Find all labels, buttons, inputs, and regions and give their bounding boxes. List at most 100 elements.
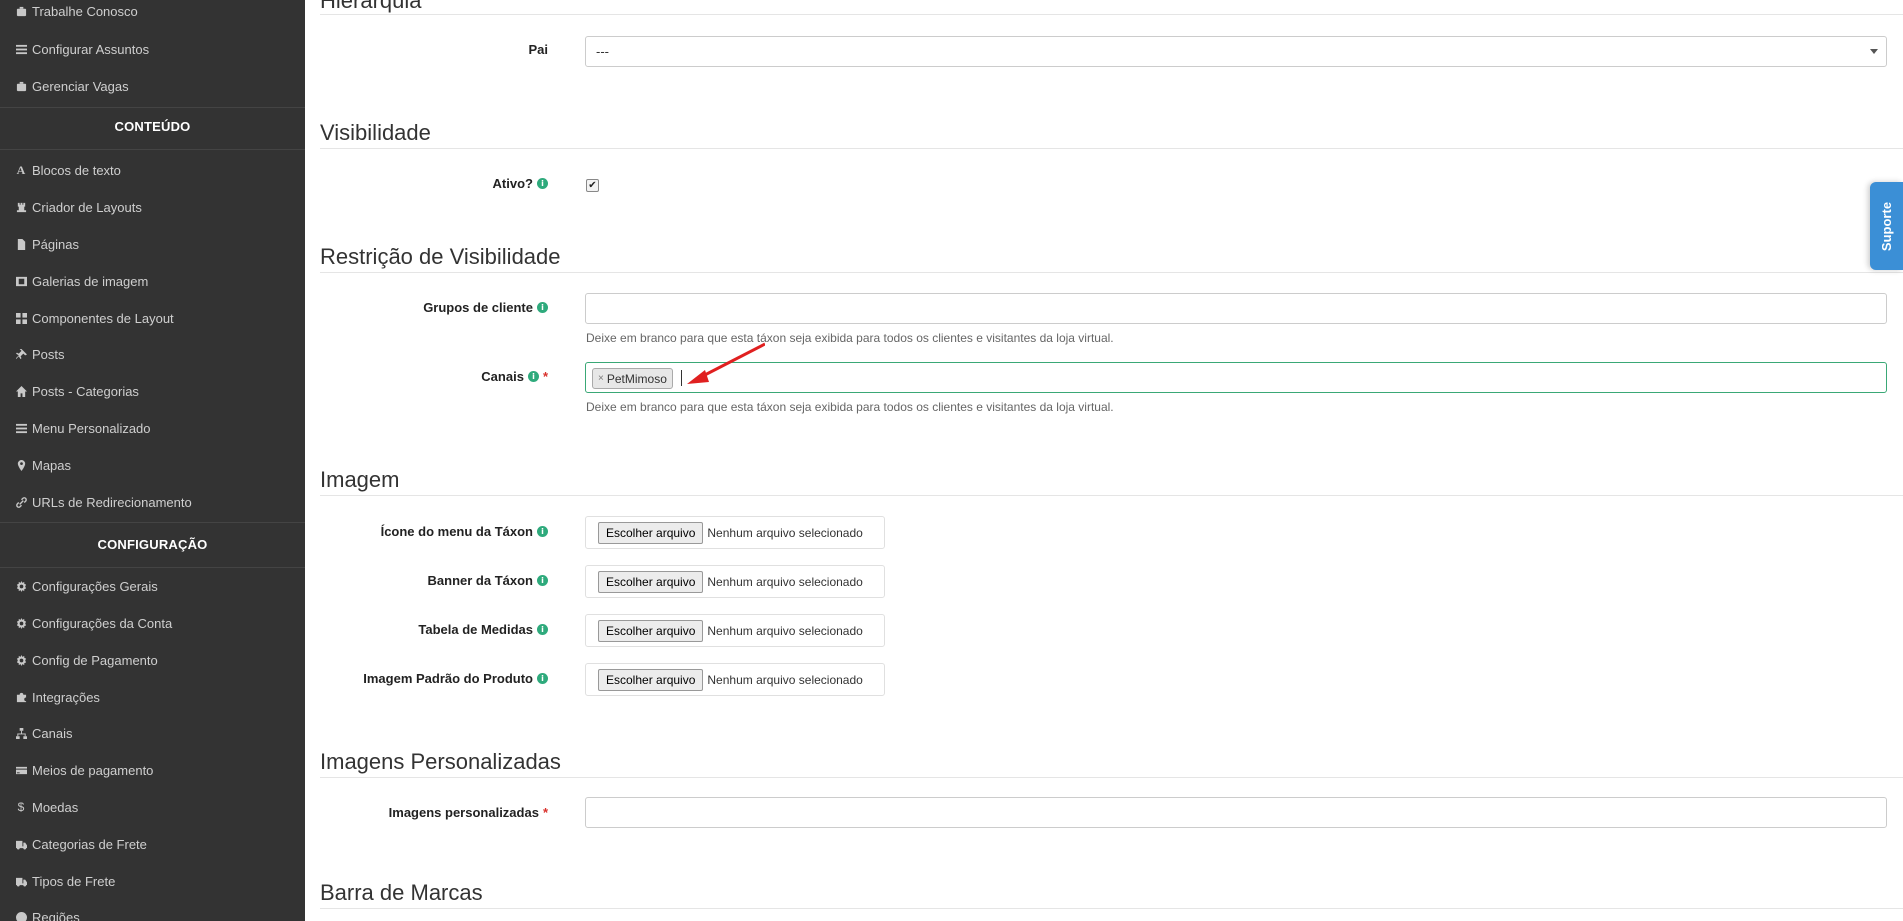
sidebar-item-paginas[interactable]: Páginas bbox=[15, 229, 79, 259]
sidebar-item-galerias-de-imagem[interactable]: Galerias de imagem bbox=[15, 266, 148, 296]
imagens-personalizadas-label: Imagens personalizadas * bbox=[389, 805, 548, 820]
sidebar-item-posts-categorias[interactable]: Posts - Categorias bbox=[15, 376, 139, 406]
sidebar-item-moedas[interactable]: $ Moedas bbox=[15, 792, 79, 822]
divider bbox=[320, 495, 1903, 496]
dollar-icon: $ bbox=[17, 800, 25, 814]
sidebar-item-menu-personalizado[interactable]: Menu Personalizado bbox=[15, 413, 151, 443]
sidebar-item-meios-de-pagamento[interactable]: Meios de pagamento bbox=[15, 755, 153, 785]
section-title-imagens-personalizadas: Imagens Personalizadas bbox=[320, 749, 561, 774]
divider bbox=[0, 107, 305, 108]
tabela-medidas-label-text: Tabela de Medidas bbox=[418, 622, 533, 637]
choose-file-button[interactable]: Escolher arquivo bbox=[598, 570, 704, 593]
sidebar-item-configuracoes-da-conta[interactable]: Configurações da Conta bbox=[15, 608, 172, 638]
canais-help-text: Deixe em branco para que esta táxon seja… bbox=[586, 400, 1114, 414]
ativo-checkbox[interactable]: ✔ bbox=[586, 179, 599, 192]
sidebar-item-label: Meios de pagamento bbox=[32, 762, 154, 778]
divider bbox=[0, 522, 305, 523]
info-icon[interactable]: i bbox=[537, 526, 548, 537]
grupos-help-text: Deixe em branco para que esta táxon seja… bbox=[586, 331, 1114, 345]
canais-tag-petmimoso[interactable]: × PetMimoso bbox=[592, 368, 673, 389]
list-icon bbox=[15, 422, 27, 434]
imagens-personalizadas-input[interactable] bbox=[585, 797, 1887, 828]
sidebar-item-label: Posts bbox=[32, 346, 65, 362]
sidebar-item-label: Moedas bbox=[32, 799, 79, 815]
chevron-down-icon bbox=[1870, 49, 1878, 54]
sidebar-item-label: Tipos de Frete bbox=[32, 873, 116, 889]
imagem-padrao-label: Imagem Padrão do Produto i bbox=[363, 671, 548, 686]
link-icon bbox=[15, 496, 27, 508]
grupos-label: Grupos de cliente i bbox=[423, 300, 548, 315]
sidebar-item-posts[interactable]: Posts bbox=[15, 339, 65, 369]
sidebar-item-label: Criador de Layouts bbox=[32, 199, 142, 215]
tag-label: PetMimoso bbox=[606, 371, 667, 386]
sidebar-item-label: Configurações da Conta bbox=[32, 615, 173, 631]
sidebar-item-gerenciar-vagas[interactable]: Gerenciar Vagas bbox=[15, 71, 129, 101]
support-tab[interactable]: Suporte bbox=[1870, 182, 1903, 270]
info-icon[interactable]: i bbox=[537, 302, 548, 313]
sidebar-item-integracoes[interactable]: Integrações bbox=[15, 682, 100, 712]
canais-multiselect[interactable]: × PetMimoso bbox=[585, 362, 1887, 393]
sidebar-item-canais[interactable]: Canais bbox=[15, 718, 72, 748]
sidebar-item-label: Canais bbox=[32, 725, 73, 741]
no-file-text: Nenhum arquivo selecionado bbox=[707, 574, 863, 589]
section-title-imagem: Imagem bbox=[320, 467, 400, 492]
sidebar-item-label: Trabalhe Conosco bbox=[32, 3, 138, 19]
choose-file-button[interactable]: Escolher arquivo bbox=[598, 619, 704, 642]
globe-icon bbox=[15, 911, 27, 921]
sitemap-icon bbox=[15, 727, 27, 739]
info-icon[interactable]: i bbox=[537, 178, 548, 189]
section-title-hierarquia: Hierarquia bbox=[320, 0, 422, 13]
sidebar-item-label: Posts - Categorias bbox=[32, 383, 139, 399]
home-icon bbox=[15, 385, 27, 397]
sidebar-item-categorias-de-frete[interactable]: Categorias de Frete bbox=[15, 829, 147, 859]
sidebar-item-blocos-de-texto[interactable]: A Blocos de texto bbox=[15, 155, 121, 185]
sidebar-item-configuracoes-gerais[interactable]: Configurações Gerais bbox=[15, 571, 158, 601]
sidebar-item-configurar-assuntos[interactable]: Configurar Assuntos bbox=[15, 34, 149, 64]
banner-label: Banner da Táxon i bbox=[428, 573, 548, 588]
sidebar-item-label: Componentes de Layout bbox=[32, 310, 174, 326]
sidebar-item-regioes[interactable]: Regiões bbox=[15, 902, 80, 921]
info-icon[interactable]: i bbox=[537, 673, 548, 684]
divider bbox=[320, 14, 1903, 15]
banner-file-input[interactable]: Escolher arquivo Nenhum arquivo selecion… bbox=[585, 565, 885, 598]
sidebar-item-tipos-de-frete[interactable]: Tipos de Frete bbox=[15, 866, 115, 896]
pin-icon bbox=[15, 348, 27, 360]
sidebar-item-criador-de-layouts[interactable]: Criador de Layouts bbox=[15, 192, 142, 222]
sidebar-item-label: Páginas bbox=[32, 236, 79, 252]
film-icon bbox=[15, 275, 27, 287]
sidebar-item-label: Integrações bbox=[32, 689, 100, 705]
banner-label-text: Banner da Táxon bbox=[427, 573, 533, 588]
truck-icon bbox=[15, 875, 27, 887]
info-icon[interactable]: i bbox=[537, 624, 548, 635]
grupos-de-cliente-input[interactable] bbox=[585, 293, 1887, 324]
ativo-label-text: Ativo? bbox=[492, 176, 533, 191]
sidebar-item-label: Gerenciar Vagas bbox=[32, 78, 129, 94]
info-icon[interactable]: i bbox=[527, 371, 539, 382]
imagem-padrao-file-input[interactable]: Escolher arquivo Nenhum arquivo selecion… bbox=[585, 663, 885, 696]
required-marker: * bbox=[542, 805, 548, 820]
sidebar-item-trabalhe-conosco[interactable]: Trabalhe Conosco bbox=[15, 0, 138, 26]
pai-select[interactable]: --- bbox=[585, 36, 1887, 67]
gear-icon bbox=[15, 580, 27, 592]
required-marker: * bbox=[542, 369, 548, 384]
pai-label: Pai bbox=[528, 42, 548, 57]
check-icon: ✔ bbox=[588, 180, 597, 191]
sidebar-item-urls-de-redirecionamento[interactable]: URLs de Redirecionamento bbox=[15, 487, 192, 517]
choose-file-button[interactable]: Escolher arquivo bbox=[598, 668, 704, 691]
truck-icon bbox=[15, 838, 27, 850]
choose-file-button[interactable]: Escolher arquivo bbox=[598, 521, 704, 544]
section-title-restricao: Restrição de Visibilidade bbox=[320, 244, 561, 269]
sidebar-item-config-de-pagamento[interactable]: Config de Pagamento bbox=[15, 645, 158, 675]
icone-menu-file-input[interactable]: Escolher arquivo Nenhum arquivo selecion… bbox=[585, 516, 885, 549]
sidebar-item-mapas[interactable]: Mapas bbox=[15, 450, 71, 480]
pai-label-text: Pai bbox=[528, 42, 548, 57]
tabela-medidas-file-input[interactable]: Escolher arquivo Nenhum arquivo selecion… bbox=[585, 614, 885, 647]
chess-rook-icon bbox=[15, 201, 27, 213]
divider bbox=[320, 148, 1903, 149]
sidebar-section-configuracao: CONFIGURAÇÃO bbox=[97, 537, 208, 552]
sidebar-item-label: Config de Pagamento bbox=[32, 652, 158, 668]
info-icon[interactable]: i bbox=[537, 575, 548, 586]
ativo-label: Ativo? i bbox=[493, 176, 548, 191]
remove-tag-icon[interactable]: × bbox=[598, 373, 604, 384]
sidebar-item-componentes-de-layout[interactable]: Componentes de Layout bbox=[15, 303, 174, 333]
